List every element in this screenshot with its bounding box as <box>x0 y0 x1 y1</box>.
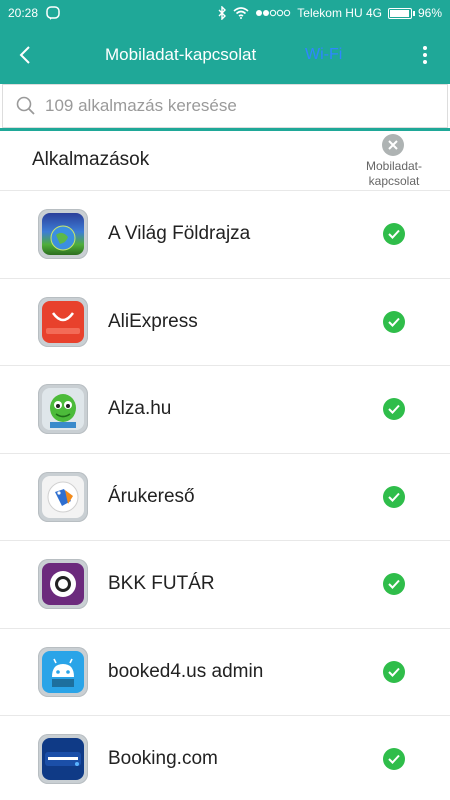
menu-dot-icon <box>423 46 427 50</box>
check-icon[interactable] <box>383 398 405 421</box>
search-placeholder: 109 alkalmazás keresése <box>45 96 237 115</box>
status-time: 20:28 <box>8 6 39 20</box>
app-name: A Világ Földrajza <box>108 223 251 245</box>
back-button[interactable] <box>0 26 50 84</box>
back-arrow-icon <box>18 45 32 65</box>
status-bar: 20:28 Telekom HU 4G 96% <box>0 0 450 26</box>
app-name: Árukereső <box>108 485 195 507</box>
viber-icon <box>46 6 60 20</box>
carrier-label: Telekom HU 4G <box>297 6 382 20</box>
bkk-futar-icon <box>38 559 88 609</box>
price-tag-icon <box>38 471 88 522</box>
app-name: Alza.hu <box>108 398 172 420</box>
tab-wifi[interactable]: Wi-Fi <box>305 46 342 64</box>
list-item[interactable]: A Világ Földrajza <box>0 190 450 278</box>
menu-dot-icon <box>423 60 427 64</box>
globe-icon <box>38 209 88 259</box>
aliexpress-icon <box>38 296 88 347</box>
list-item[interactable]: booked4.us admin <box>0 627 450 716</box>
search-input[interactable]: 109 alkalmazás keresése <box>2 84 448 128</box>
app-name: BKK FUTÁR <box>108 573 215 595</box>
bluetooth-icon <box>217 6 227 20</box>
check-icon[interactable] <box>383 485 405 508</box>
check-icon[interactable] <box>383 748 405 771</box>
battery-percent: 96% <box>417 6 442 20</box>
close-icon <box>388 140 398 150</box>
mobile-data-column-label: Mobiladat- kapcsolat <box>365 159 423 188</box>
check-icon[interactable] <box>383 223 405 246</box>
list-header: Alkalmazások Mobiladat- kapcsolat <box>0 131 450 189</box>
search-icon <box>15 95 37 117</box>
overflow-menu-button[interactable] <box>400 26 450 84</box>
battery-icon <box>387 7 415 19</box>
app-name: AliExpress <box>108 310 198 332</box>
check-icon[interactable] <box>383 660 405 683</box>
menu-dot-icon <box>423 53 427 57</box>
list-title: Alkalmazások <box>32 149 150 170</box>
booking-icon <box>38 734 88 784</box>
check-icon[interactable] <box>383 310 405 333</box>
app-list: A Világ Földrajza AliExpress Alza.hu Áru… <box>0 190 450 800</box>
alza-alien-icon <box>38 384 88 434</box>
page-title: Mobiladat-kapcsolat <box>105 45 257 64</box>
signal-icon <box>255 9 291 17</box>
app-bar: Mobiladat-kapcsolat Wi-Fi <box>0 26 450 84</box>
list-item[interactable]: Árukereső <box>0 452 450 541</box>
check-icon[interactable] <box>383 573 405 596</box>
android-icon <box>38 646 88 697</box>
list-item[interactable]: Alza.hu <box>0 365 450 453</box>
list-item[interactable]: BKK FUTÁR <box>0 540 450 628</box>
app-name: booked4.us admin <box>108 660 264 682</box>
app-name: Booking.com <box>108 748 218 770</box>
list-item[interactable]: Booking.com <box>0 715 450 800</box>
wifi-icon <box>233 7 249 19</box>
mobile-data-column-toggle[interactable] <box>382 134 404 156</box>
list-item[interactable]: AliExpress <box>0 277 450 366</box>
